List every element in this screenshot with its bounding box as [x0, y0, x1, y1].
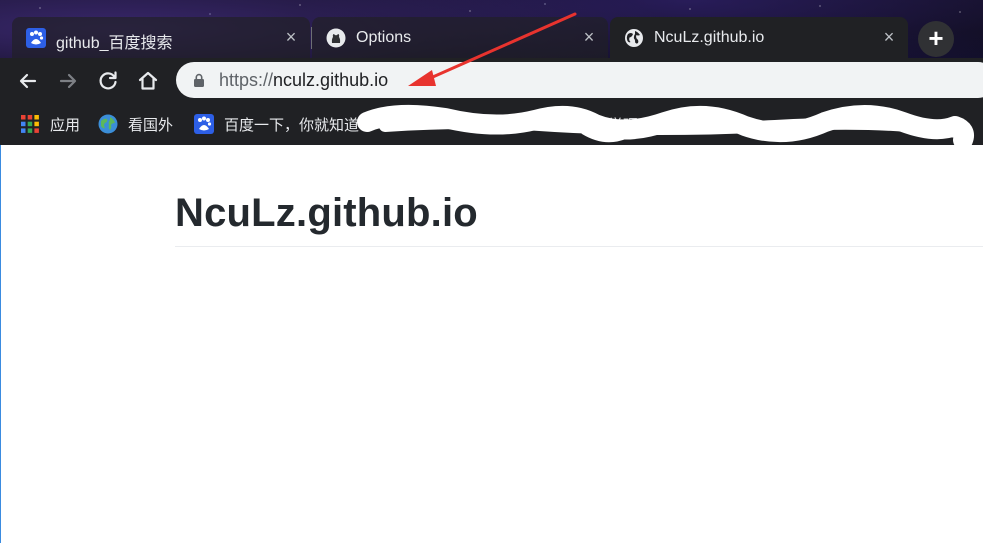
- new-tab-button[interactable]: +: [918, 21, 954, 57]
- tab-title: Options: [356, 29, 412, 46]
- globe-icon: [625, 29, 643, 47]
- baidu-paw-icon: [194, 114, 214, 134]
- home-icon[interactable]: [136, 69, 160, 93]
- tab-nculz-github[interactable]: NcuLz.github.io ×: [610, 17, 908, 59]
- browser-chrome: github_百度搜索 × Options × NcuLz.github.io …: [0, 0, 983, 145]
- lock-icon[interactable]: [192, 73, 206, 87]
- page-content: NcuLz.github.io: [0, 145, 983, 543]
- tab-baidu-search[interactable]: github_百度搜索 ×: [12, 17, 310, 59]
- url-host: nculz.github.io: [273, 70, 389, 90]
- arrow-right-icon[interactable]: [56, 69, 80, 93]
- url-scheme: https://: [219, 70, 274, 90]
- apps-grid-icon: [21, 115, 39, 133]
- bookmark-apps[interactable]: 应用: [20, 112, 80, 136]
- bookmark-label: 看国外: [128, 116, 174, 134]
- bookmark-label: 百度一下，你就知道: [224, 116, 360, 134]
- bookmark-kanguowai[interactable]: 看国外: [98, 112, 173, 136]
- address-bar[interactable]: https://nculz.github.io: [176, 62, 983, 98]
- redaction-scribble: [357, 104, 974, 145]
- reload-icon[interactable]: [96, 69, 120, 93]
- arrow-left-icon[interactable]: [16, 69, 40, 93]
- tab-close-icon[interactable]: ×: [282, 28, 300, 46]
- tab-title: NcuLz.github.io: [654, 29, 765, 46]
- baidu-paw-icon: [26, 28, 46, 48]
- url-text[interactable]: https://nculz.github.io: [219, 70, 388, 91]
- title-divider: [175, 246, 983, 247]
- tab-close-icon[interactable]: ×: [580, 28, 598, 46]
- github-octocat-icon: [326, 28, 346, 48]
- page-title: NcuLz.github.io: [175, 191, 478, 235]
- tab-title: github_百度搜索: [56, 35, 173, 52]
- bookmark-baidu[interactable]: 百度一下，你就知道: [194, 112, 359, 136]
- bookmark-label: 应用: [50, 116, 81, 134]
- earth-icon: [98, 114, 118, 134]
- tab-options[interactable]: Options ×: [312, 17, 608, 59]
- tab-close-icon[interactable]: ×: [880, 28, 898, 46]
